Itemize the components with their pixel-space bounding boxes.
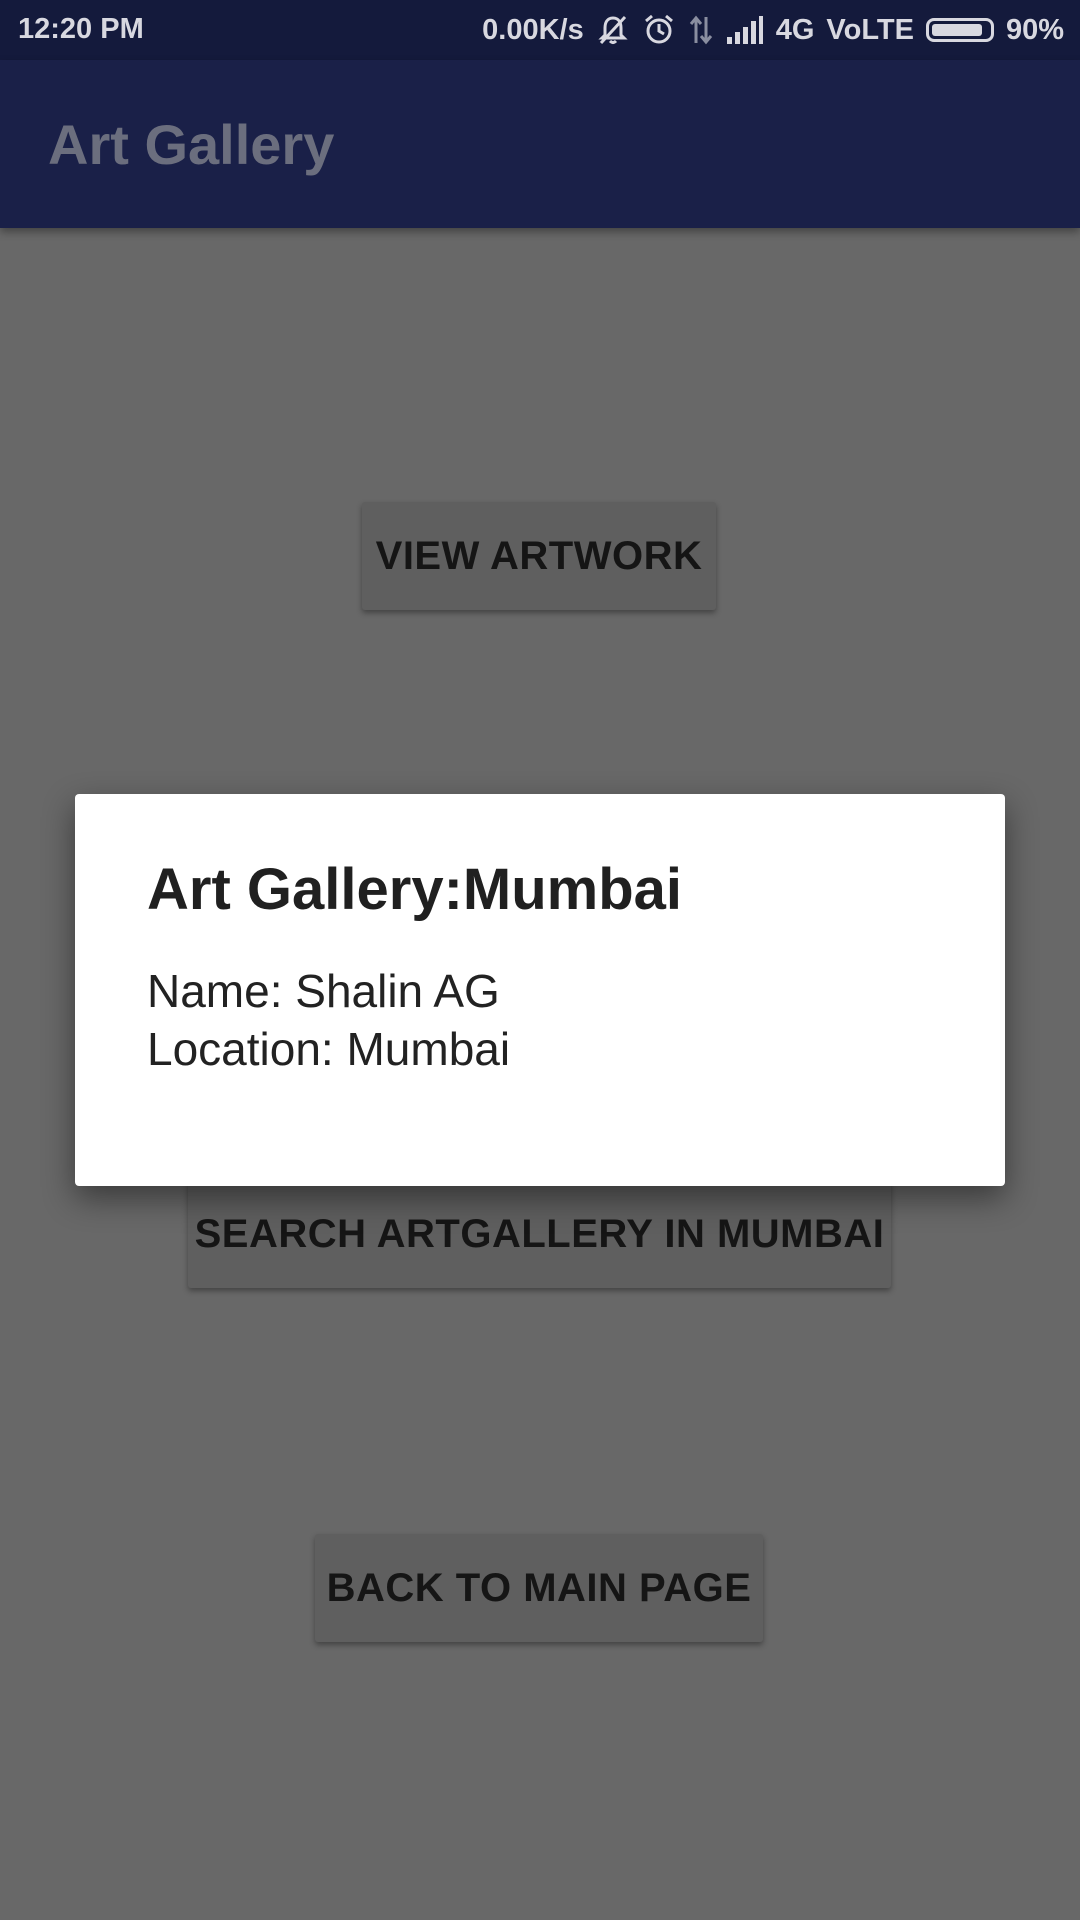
status-icons: 0.00K/s 4G VoLTE 90% bbox=[482, 0, 1064, 60]
dialog-message: Name: Shalin AG Location: Mumbai bbox=[147, 962, 510, 1078]
alarm-icon bbox=[642, 13, 676, 47]
signal-icon bbox=[726, 15, 764, 45]
gallery-location: Location: Mumbai bbox=[147, 1023, 511, 1075]
back-to-main-button[interactable]: BACK TO MAIN PAGE bbox=[315, 1534, 763, 1642]
network-type: 4G bbox=[775, 13, 815, 46]
status-bar: 12:20 PM 0.00K/s 4G VoLTE 90% bbox=[0, 0, 1080, 60]
view-artwork-button[interactable]: VIEW ARTWORK bbox=[362, 502, 716, 610]
info-dialog: Art Gallery:Mumbai Name: Shalin AG Locat… bbox=[75, 794, 1005, 1186]
battery-fill bbox=[931, 24, 983, 36]
dialog-title: Art Gallery:Mumbai bbox=[147, 857, 682, 922]
battery-percent: 90% bbox=[1005, 13, 1064, 46]
mute-icon bbox=[596, 13, 630, 47]
app-bar: Art Gallery bbox=[0, 60, 1080, 228]
app-title: Art Gallery bbox=[48, 113, 335, 176]
status-time: 12:20 PM bbox=[18, 13, 144, 45]
battery-icon bbox=[925, 18, 994, 42]
search-artgallery-button[interactable]: SEARCH ARTGALLERY IN MUMBAI bbox=[188, 1180, 891, 1288]
volte-label: VoLTE bbox=[826, 13, 914, 46]
screen: 12:20 PM 0.00K/s 4G VoLTE 90% Art Galler… bbox=[0, 0, 1080, 1920]
gallery-name: Name: Shalin AG bbox=[147, 965, 500, 1017]
data-arrows-icon bbox=[688, 13, 714, 47]
net-speed: 0.00K/s bbox=[482, 13, 584, 46]
